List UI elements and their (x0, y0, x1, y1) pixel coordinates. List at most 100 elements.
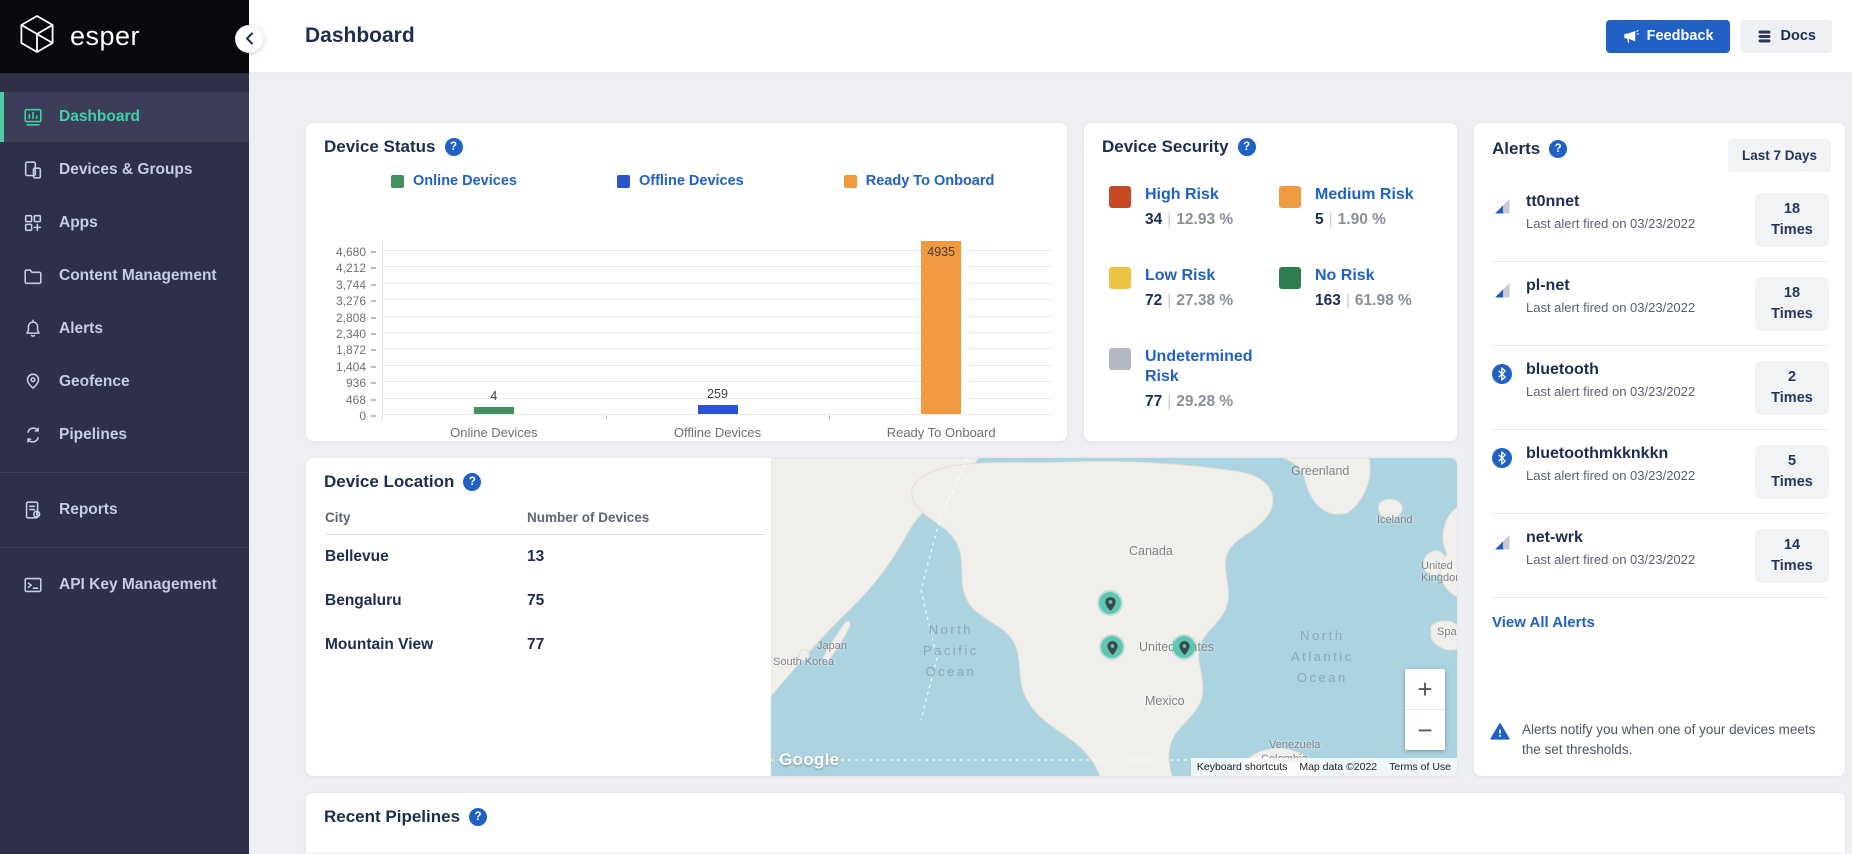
chevron-left-icon (245, 32, 253, 44)
alert-name: pl-net (1526, 277, 1570, 295)
alert-row[interactable]: tt0nnet Last alert fired on 03/23/2022 18… (1492, 178, 1829, 263)
map-label: United Kingdom (1421, 560, 1457, 584)
legend-swatch (843, 174, 857, 188)
help-icon[interactable]: ? (1549, 140, 1568, 158)
risk-label[interactable]: Medium Risk (1315, 186, 1414, 203)
legend-item[interactable]: Online Devices (391, 173, 517, 189)
sidebar-item-reports[interactable]: Reports (0, 485, 249, 535)
sidebar-item-pipelines[interactable]: Pipelines (0, 410, 249, 460)
terms-of-use-link[interactable]: Terms of Use (1383, 758, 1457, 776)
x-axis-category-label: Offline Devices (673, 425, 762, 440)
y-axis-tick: 1,404 (336, 360, 376, 374)
security-item-low-risk[interactable]: Low Risk 72 | 27.38 % (1109, 266, 1279, 310)
bar-value-label: 4 (490, 389, 498, 403)
alert-times-badge: 14 Times (1755, 529, 1829, 584)
risk-swatch (1109, 267, 1131, 290)
security-item-no-risk[interactable]: No Risk 163 | 61.98 % (1279, 266, 1457, 310)
alert-times-badge: 5 Times (1755, 445, 1829, 500)
y-axis-tick: 3,744 (336, 278, 376, 292)
map-device-marker[interactable] (1099, 592, 1121, 614)
gridline (382, 414, 1053, 415)
legend-item[interactable]: Offline Devices (616, 173, 744, 189)
legend-label: Ready To Onboard (865, 173, 995, 189)
alerts-range-button[interactable]: Last 7 Days (1727, 139, 1831, 172)
alert-row[interactable]: net-wrk Last alert fired on 03/23/2022 14… (1492, 514, 1829, 599)
help-icon[interactable]: ? (444, 138, 463, 156)
map-label: Spain (1437, 626, 1457, 638)
legend-item[interactable]: Ready To Onboard (843, 173, 995, 189)
devices-count-cell: 77 (527, 636, 545, 653)
help-icon[interactable]: ? (463, 473, 482, 491)
alerts-title: Alerts (1492, 139, 1541, 158)
docs-button[interactable]: Docs (1739, 19, 1832, 53)
megaphone-icon (1623, 29, 1639, 43)
sidebar-item-dashboard[interactable]: Dashboard (0, 92, 249, 142)
city-cell: Bengaluru (325, 592, 402, 609)
docs-stack-icon (1758, 30, 1770, 42)
view-all-alerts-link[interactable]: View All Alerts (1492, 614, 1595, 631)
pipelines-cycle-icon (22, 424, 44, 446)
alert-name: net-wrk (1526, 529, 1583, 547)
sidebar: esper Dashboard Devices & Groups Apps Co… (0, 0, 249, 854)
sidebar-item-devices-groups[interactable]: Devices & Groups (0, 145, 249, 195)
risk-label[interactable]: No Risk (1315, 267, 1375, 284)
security-item-medium-risk[interactable]: Medium Risk 5 | 1.90 % (1279, 185, 1457, 229)
sidebar-item-geofence[interactable]: Geofence (0, 357, 249, 407)
y-axis-tick: 936 (346, 376, 376, 390)
map-device-marker[interactable] (1173, 636, 1195, 658)
map-label: North Atlantic Ocean (1291, 628, 1354, 685)
risk-label[interactable]: Low Risk (1145, 267, 1215, 284)
help-icon[interactable]: ? (469, 808, 488, 826)
sidebar-collapse-button[interactable] (235, 25, 263, 53)
map-label: Greenland (1291, 464, 1350, 478)
map-landmass (771, 458, 1457, 776)
city-cell: Mountain View (325, 636, 434, 653)
sidebar-item-content-management[interactable]: Content Management (0, 251, 249, 301)
device-status-chart: 0 468 936 1,404 1,872 2,340 2,808 3,276 3,744 4,2… (320, 233, 1057, 449)
risk-label[interactable]: High Risk (1145, 186, 1219, 203)
zoom-out-button[interactable]: − (1405, 710, 1445, 750)
security-item-undetermined-risk[interactable]: Undetermined Risk 77 | 29.28 % (1109, 347, 1279, 410)
map-pin-icon (1106, 641, 1118, 655)
alert-times-badge: 2 Times (1755, 361, 1829, 416)
alert-row[interactable]: bluetooth Last alert fired on 03/23/2022 … (1492, 346, 1829, 431)
esper-logo-icon (16, 13, 58, 60)
keyboard-shortcuts-link[interactable]: Keyboard shortcuts (1190, 758, 1294, 776)
sidebar-item-label: Apps (59, 214, 98, 231)
feedback-button[interactable]: Feedback (1605, 19, 1730, 53)
security-item-high-risk[interactable]: High Risk 34 | 12.93 % (1109, 185, 1279, 229)
warning-icon (1490, 722, 1510, 740)
sidebar-item-label: Alerts (59, 320, 103, 337)
bar-offline-devices (697, 405, 738, 414)
feedback-button-label: Feedback (1646, 28, 1714, 44)
alert-description: Last alert fired on 03/23/2022 (1526, 552, 1696, 568)
folder-icon (22, 265, 44, 287)
device-status-xaxis: Online Devices Offline Devices Ready To On… (382, 425, 1053, 445)
header-actions: Feedback Docs (1605, 19, 1832, 53)
zoom-in-button[interactable]: + (1405, 669, 1445, 709)
alert-row[interactable]: bluetoothmkknkkn Last alert fired on 03/2… (1492, 430, 1829, 515)
world-map[interactable]: Greenland Iceland Canada United States M… (771, 458, 1457, 776)
sidebar-divider (0, 547, 249, 548)
page-title: Dashboard (305, 24, 415, 47)
risk-swatch (1279, 267, 1301, 290)
alert-row[interactable]: pl-net Last alert fired on 03/23/2022 18 T… (1492, 262, 1829, 347)
legend-label: Offline Devices (638, 173, 744, 189)
city-cell: Bellevue (325, 548, 389, 565)
map-label: Mexico (1145, 694, 1185, 708)
sidebar-item-alerts[interactable]: Alerts (0, 304, 249, 354)
google-logo[interactable]: Google (779, 750, 839, 770)
help-icon[interactable]: ? (1237, 138, 1256, 156)
map-device-marker[interactable] (1101, 636, 1123, 658)
map-label: Venezuela (1269, 739, 1321, 751)
device-location-table: City Number of Devices Bellevue 13 Benga… (325, 510, 765, 667)
sidebar-item-api-key-management[interactable]: API Key Management (0, 560, 249, 610)
alert-name: bluetoothmkknkkn (1526, 445, 1669, 463)
device-status-plot: 4 259 4935 (382, 233, 1053, 420)
sidebar-item-apps[interactable]: Apps (0, 198, 249, 248)
map-label: Iceland (1377, 514, 1413, 526)
sidebar-item-label: Devices & Groups (59, 161, 193, 178)
x-axis-category-label: Ready To Onboard (886, 425, 996, 440)
risk-label[interactable]: Undetermined Risk (1145, 348, 1253, 384)
report-document-icon (22, 499, 44, 521)
